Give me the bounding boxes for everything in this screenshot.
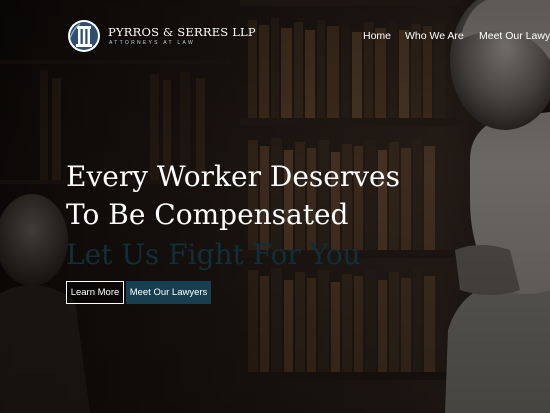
nav-item-meet-our-lawyers[interactable]: Meet Our Lawye (479, 30, 550, 42)
hero-subheadline: Let Us Fight For You (66, 238, 361, 271)
nav-item-who-we-are[interactable]: Who We Are (405, 30, 464, 42)
hero-headline-line-2: To Be Compensated (66, 198, 349, 231)
meet-our-lawyers-button[interactable]: Meet Our Lawyers (126, 281, 211, 304)
learn-more-button[interactable]: Learn More (66, 281, 124, 304)
main-nav: Home Who We Are Meet Our Lawye (0, 30, 550, 46)
nav-item-home[interactable]: Home (363, 30, 391, 42)
hero-headline-line-1: Every Worker Deserves (66, 160, 400, 193)
hero-section: PYRROS & SERRES LLP ATTORNEYS AT LAW Hom… (0, 0, 550, 413)
